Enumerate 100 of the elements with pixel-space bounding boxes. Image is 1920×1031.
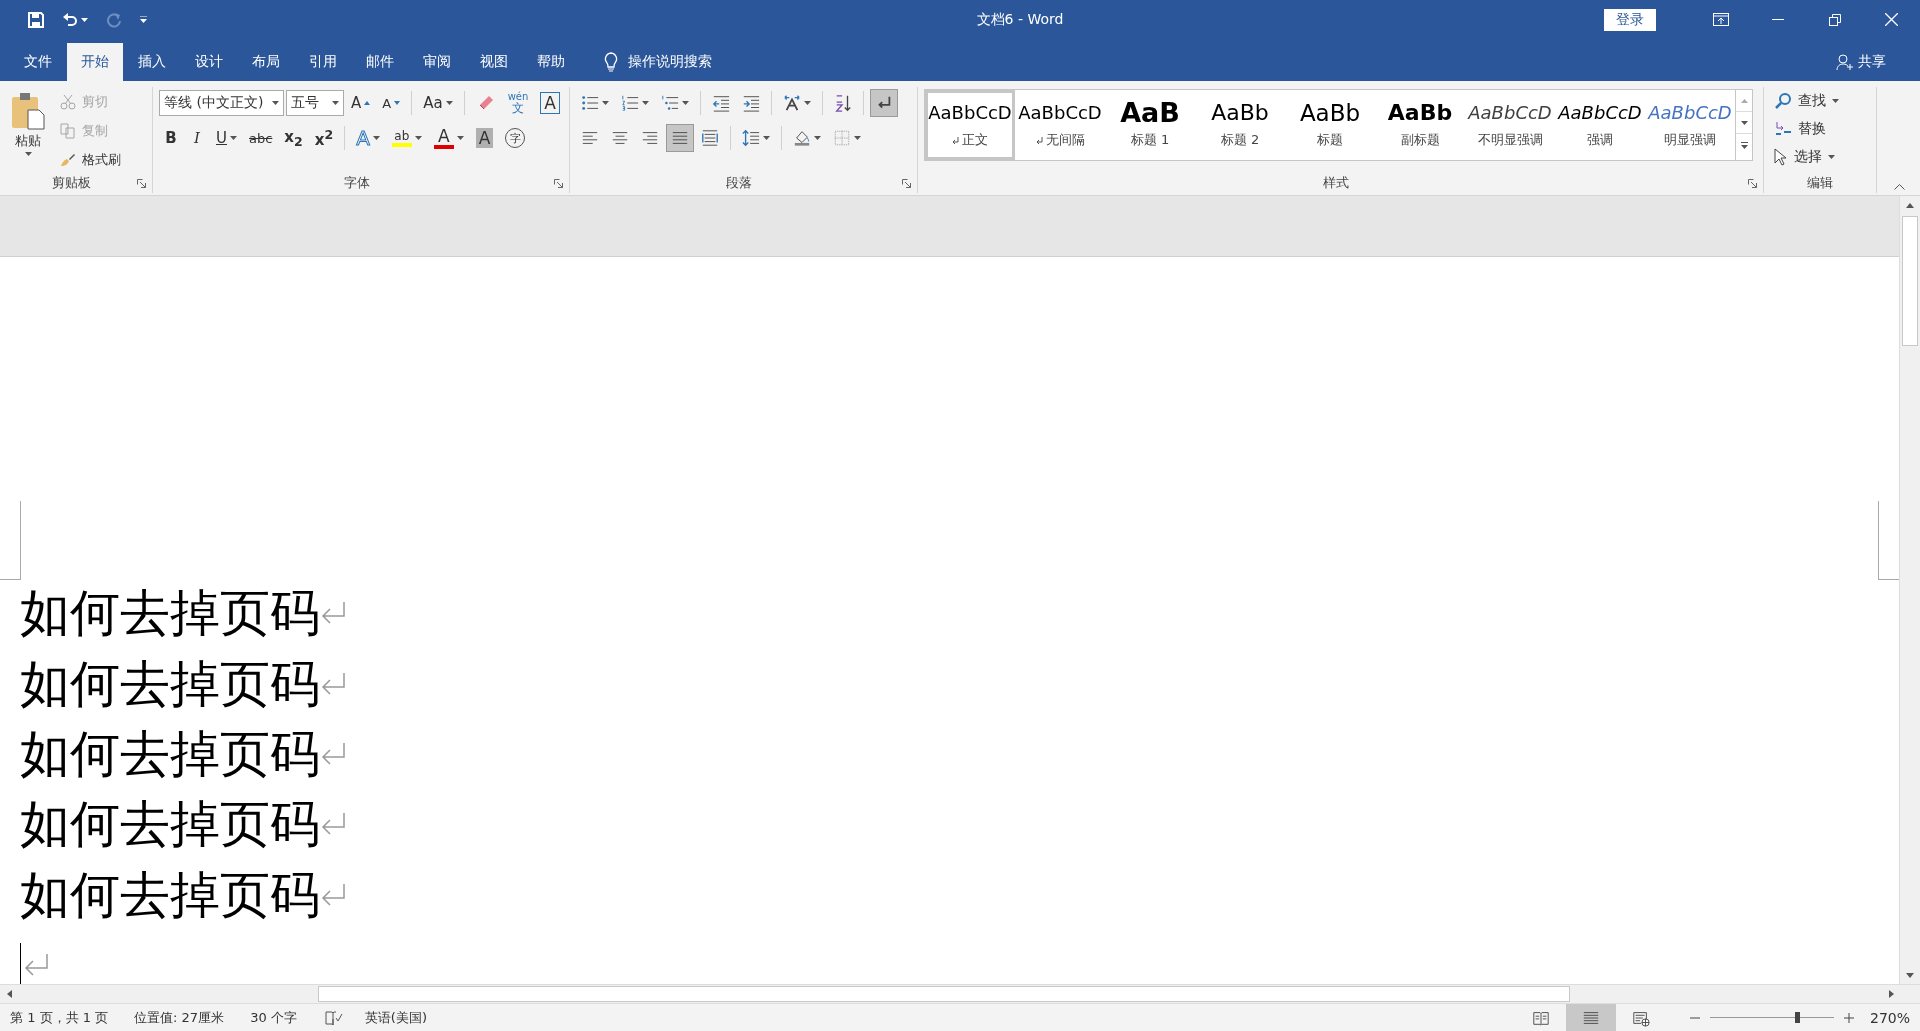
find-button[interactable]: 查找 bbox=[1770, 87, 1843, 115]
tell-me-search[interactable]: 操作说明搜索 bbox=[598, 43, 718, 81]
style-item[interactable]: AaBb 标题 bbox=[1285, 90, 1375, 160]
language-status[interactable]: 英语(美国) bbox=[364, 1008, 427, 1027]
caret-icon bbox=[1740, 120, 1748, 125]
enclose-characters-button[interactable]: 字 bbox=[500, 124, 531, 152]
ribbon-tab[interactable]: 插入 bbox=[124, 43, 180, 81]
italic-button[interactable]: I bbox=[185, 124, 209, 152]
sort-icon bbox=[834, 94, 852, 112]
numbered-list-icon bbox=[621, 94, 639, 112]
phonetic-guide-button[interactable]: wén 文 bbox=[502, 89, 534, 117]
caret-icon bbox=[445, 101, 453, 105]
group-label: 编辑 bbox=[1806, 174, 1834, 192]
return-mark-icon bbox=[23, 954, 49, 977]
style-item[interactable]: AaBbCcD 不明显强调 bbox=[1465, 90, 1555, 160]
caret-right-icon bbox=[1888, 990, 1894, 998]
return-mark-icon bbox=[320, 883, 346, 906]
justify-button[interactable] bbox=[666, 124, 694, 152]
character-shading-button[interactable]: A bbox=[470, 124, 499, 152]
select-button[interactable]: 选择 bbox=[1770, 143, 1843, 171]
save-button[interactable] bbox=[26, 9, 46, 30]
chevron-up-icon bbox=[1894, 184, 1905, 190]
paste-button[interactable]: 粘贴 bbox=[6, 87, 50, 173]
ribbon-tab[interactable]: 文件 bbox=[10, 43, 66, 81]
caret-icon bbox=[81, 17, 88, 22]
copy-icon bbox=[60, 123, 76, 139]
ribbon-tab[interactable]: 审阅 bbox=[409, 43, 465, 81]
superscript-button[interactable]: x$^{2}$ bbox=[309, 124, 339, 152]
subscript-button[interactable]: x$_{2}$ bbox=[279, 124, 308, 152]
expand-icon bbox=[1740, 141, 1748, 149]
ribbon-tab[interactable]: 开始 bbox=[67, 43, 123, 81]
return-mark-icon bbox=[952, 136, 959, 144]
ribbon-tab[interactable]: 布局 bbox=[238, 43, 294, 81]
painter-button[interactable]: 格式刷 bbox=[56, 147, 125, 173]
zoom-slider[interactable] bbox=[1709, 1013, 1834, 1022]
ribbon-tab[interactable]: 帮助 bbox=[523, 43, 579, 81]
dialog-launcher[interactable] bbox=[554, 178, 563, 188]
caret-icon bbox=[804, 101, 811, 105]
replace-button[interactable]: 替换 bbox=[1770, 115, 1843, 143]
highlight-button[interactable]: ab bbox=[386, 124, 427, 152]
font-name-dropdown[interactable]: 等线 (中文正文) bbox=[159, 90, 284, 116]
scrollbar-thumb[interactable] bbox=[1902, 216, 1918, 346]
ribbon-tab[interactable]: 视图 bbox=[466, 43, 522, 81]
save-icon bbox=[28, 11, 44, 28]
style-item[interactable]: AaBbCcD 强调 bbox=[1555, 90, 1645, 160]
caret-icon bbox=[414, 136, 422, 140]
launcher-icon bbox=[902, 178, 911, 188]
ribbon-tab[interactable]: 邮件 bbox=[352, 43, 408, 81]
strikethrough-button[interactable]: abc bbox=[244, 124, 278, 152]
close-icon bbox=[1885, 13, 1898, 26]
cursor-icon bbox=[1774, 148, 1788, 166]
customize-toolbar-button[interactable] bbox=[138, 14, 149, 25]
clipboard-icon bbox=[11, 92, 45, 130]
caret-icon bbox=[272, 101, 279, 105]
bold-button[interactable]: B bbox=[159, 124, 183, 152]
status-text: 30 个字 bbox=[250, 1008, 297, 1027]
caret-down-icon bbox=[1906, 972, 1914, 978]
zoom-in-button[interactable] bbox=[1841, 1012, 1856, 1023]
style-item[interactable]: AaBbCcD 无间隔 bbox=[1015, 90, 1105, 160]
paragraph-text: 如何去掉页码 bbox=[20, 864, 320, 926]
caret-icon bbox=[456, 136, 464, 140]
style-item[interactable]: AaBbCcD 正文 bbox=[925, 90, 1015, 160]
grow-font-button[interactable]: A bbox=[346, 89, 376, 117]
status-text: 第 1 页，共 1 页 bbox=[10, 1008, 109, 1027]
style-item[interactable]: AaBb 标题 2 bbox=[1195, 90, 1285, 160]
sign-in-button[interactable]: 登录 bbox=[1604, 8, 1656, 31]
caret-up-icon bbox=[1906, 202, 1914, 208]
caret-down-icon bbox=[394, 101, 401, 105]
customize-icon bbox=[140, 16, 147, 23]
font-size-dropdown[interactable]: 五号 bbox=[286, 90, 344, 116]
style-item[interactable]: AaBb 副标题 bbox=[1375, 90, 1465, 160]
shrink-font-button[interactable]: A bbox=[377, 89, 406, 117]
show-marks-button[interactable] bbox=[870, 89, 898, 117]
dialog-launcher[interactable] bbox=[1748, 178, 1757, 188]
change-case-button[interactable]: Aa bbox=[418, 89, 458, 117]
align-center-icon bbox=[611, 129, 629, 147]
print-view-button[interactable] bbox=[1565, 1004, 1616, 1031]
caret-up-icon bbox=[1740, 98, 1748, 103]
style-item[interactable]: AaBbCcD 明显强调 bbox=[1645, 90, 1735, 160]
scrollbar-thumb[interactable] bbox=[318, 986, 1570, 1002]
paragraph-text: 如何去掉页码 bbox=[20, 794, 320, 856]
dialog-launcher[interactable] bbox=[137, 178, 146, 188]
font-color-button[interactable]: A bbox=[428, 124, 469, 152]
ribbon-tab[interactable]: 设计 bbox=[181, 43, 237, 81]
underline-button[interactable]: U bbox=[211, 124, 242, 152]
dialog-launcher[interactable] bbox=[902, 178, 911, 188]
style-item[interactable]: AaB 标题 1 bbox=[1105, 90, 1195, 160]
justify-icon bbox=[671, 129, 689, 147]
proofing-button[interactable] bbox=[322, 1009, 345, 1026]
return-mark-icon bbox=[320, 742, 346, 765]
zoom-slider-thumb[interactable] bbox=[1794, 1012, 1800, 1023]
multilevel-list-icon bbox=[661, 94, 679, 112]
caret-icon bbox=[602, 101, 609, 105]
caret-icon bbox=[682, 101, 689, 105]
caret-icon bbox=[763, 136, 770, 140]
launcher-icon bbox=[1748, 178, 1757, 188]
caret-icon bbox=[1832, 99, 1839, 103]
share-button[interactable]: 共享 bbox=[1830, 43, 1892, 81]
ribbon-tab[interactable]: 引用 bbox=[295, 43, 351, 81]
caret-icon bbox=[814, 136, 821, 140]
